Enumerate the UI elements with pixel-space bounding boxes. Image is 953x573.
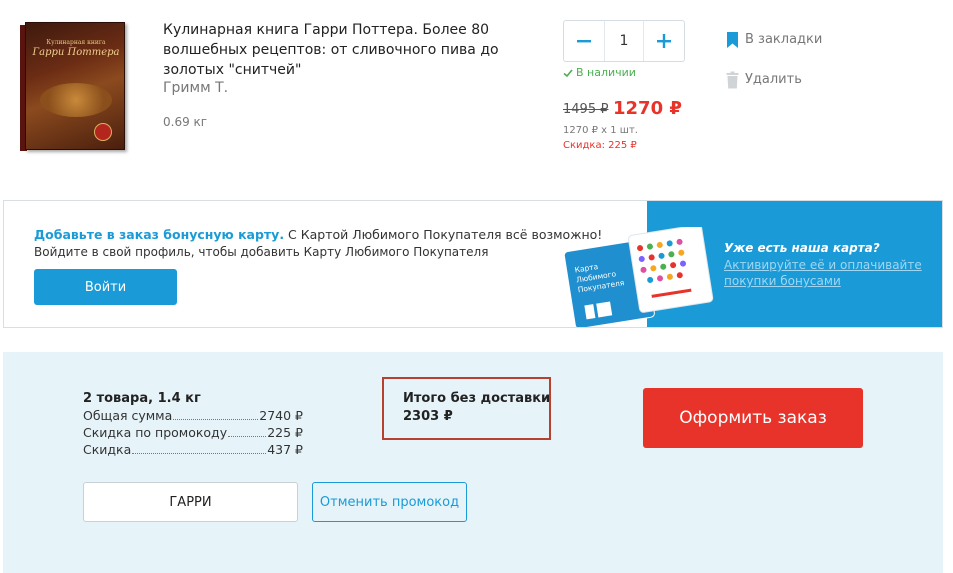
check-icon: [563, 69, 573, 78]
discount-amount: Скидка: 225 ₽: [563, 140, 637, 151]
banner-text: Добавьте в заказ бонусную карту. С Карто…: [34, 226, 634, 243]
summary-row-label: Скидка по промокоду: [83, 425, 228, 440]
bookmark-label: В закладки: [745, 32, 823, 47]
summary-row-amount: 437 ₽: [267, 442, 303, 457]
banner-lead: Добавьте в заказ бонусную карту.: [34, 227, 285, 242]
quantity-value[interactable]: 1: [604, 21, 644, 61]
delete-label: Удалить: [745, 72, 802, 87]
checkout-button[interactable]: Оформить заказ: [643, 388, 863, 448]
old-price: 1495 ₽: [563, 102, 609, 117]
cover-small-text: Кулинарная книга: [46, 39, 106, 46]
promo-code-input[interactable]: [83, 482, 298, 522]
product-weight: 0.69 кг: [163, 115, 208, 129]
login-button[interactable]: Войти: [34, 269, 177, 305]
dotted-leader: [228, 436, 267, 437]
trash-icon: [726, 71, 739, 89]
book-cover-image[interactable]: Кулинарная книга Гарри Поттера: [20, 22, 126, 152]
order-summary: 2 товара, 1.4 кг Общая сумма 2740 ₽ Скид…: [3, 352, 943, 573]
dotted-leader: [173, 419, 259, 420]
stock-label: В наличии: [576, 66, 636, 79]
banner-text-rest: С Картой Любимого Покупателя всё возможн…: [284, 227, 603, 242]
plus-icon: [657, 34, 671, 48]
items-count: 2 товара, 1.4 кг: [83, 391, 201, 406]
product-author[interactable]: Гримм Т.: [163, 79, 228, 97]
cart-page: Кулинарная книга Гарри Поттера Кулинарна…: [0, 0, 953, 573]
cover-plate-illustration: [40, 83, 112, 117]
increase-button[interactable]: [644, 21, 684, 61]
summary-row-promo-discount: Скидка по промокоду 225 ₽: [83, 424, 303, 441]
summary-row-amount: 225 ₽: [267, 425, 303, 440]
total-box: Итого без доставки 2303 ₽: [382, 377, 551, 440]
summary-row-label: Скидка: [83, 442, 132, 457]
price-per-unit: 1270 ₽ x 1 шт.: [563, 125, 638, 136]
summary-row-discount: Скидка 437 ₽: [83, 441, 303, 458]
banner-subtext: Войдите в свой профиль, чтобы добавить К…: [34, 245, 489, 259]
bonus-card-banner: Добавьте в заказ бонусную карту. С Карто…: [3, 200, 943, 328]
quantity-stepper: 1: [563, 20, 685, 62]
cover-big-text: Гарри Поттера: [32, 47, 120, 58]
bookmark-icon: [727, 32, 738, 48]
total-label: Итого без доставки: [403, 391, 551, 406]
decrease-button[interactable]: [564, 21, 604, 61]
activate-card-link[interactable]: Активируйте её и оплачивайте покупки бон…: [724, 257, 934, 289]
total-value: 2303 ₽: [403, 409, 453, 424]
cover-seal: [94, 123, 112, 141]
dotted-leader: [132, 453, 267, 454]
stock-status: В наличии: [563, 66, 636, 80]
new-price: 1270 ₽: [613, 98, 682, 119]
delete-button[interactable]: Удалить: [726, 71, 802, 89]
card-question: Уже есть наша карта?: [724, 241, 880, 255]
minus-icon: [577, 40, 591, 43]
loyalty-card-illustration: Карта Любимого Покупателя: [563, 227, 714, 327]
summary-row-amount: 2740 ₽: [259, 408, 303, 423]
book-front: Кулинарная книга Гарри Поттера: [25, 22, 125, 150]
summary-row-total: Общая сумма 2740 ₽: [83, 407, 303, 424]
cancel-promo-button[interactable]: Отменить промокод: [312, 482, 467, 522]
summary-row-label: Общая сумма: [83, 408, 173, 423]
product-title[interactable]: Кулинарная книга Гарри Поттера. Более 80…: [163, 20, 533, 80]
bookmark-button[interactable]: В закладки: [726, 31, 822, 49]
